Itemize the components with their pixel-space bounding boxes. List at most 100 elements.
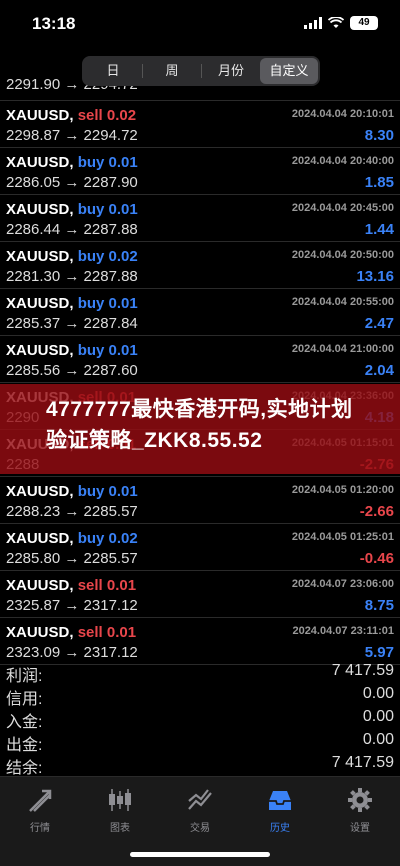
table-row[interactable]: XAUUSD, sell 0.01 2323.09 → 2317.12 2024.0… <box>0 618 400 665</box>
trade-symbol: XAUUSD <box>6 624 70 641</box>
tab-label: 图表 <box>110 823 130 834</box>
table-row[interactable]: XAUUSD, buy 0.01 2286.44 → 2287.88 2024.04… <box>0 195 400 242</box>
tab-quotes[interactable]: 行情 <box>0 787 80 834</box>
trade-date: 2024.04.04 21:00:00 <box>291 343 394 355</box>
banner-text: 4777777最快香港开码,实地计划验证策略_ZKK8.55.52 <box>46 398 353 452</box>
status-time: 13:18 <box>32 14 76 33</box>
chart-icon <box>109 789 131 811</box>
trade-prices: 2325.87 → 2317.12 <box>6 597 138 614</box>
status-icons: 49 <box>304 16 378 30</box>
trade-side: sell 0.01 <box>77 624 137 641</box>
trade-side: buy 0.01 <box>77 342 138 359</box>
trade-symbol: XAUUSD <box>6 342 70 359</box>
wifi-icon <box>328 17 344 28</box>
tab-label: 行情 <box>30 823 50 834</box>
signal-icon <box>304 17 322 29</box>
period-segmented-control: 日 周 月份 自定义 <box>82 56 320 86</box>
trade-prices: 2285.80 → 2285.57 <box>6 550 138 567</box>
trade-symbol-line: XAUUSD, sell 0.02 <box>6 107 137 124</box>
table-row[interactable]: XAUUSD, buy 0.02 2281.30 → 2287.88 2024.04… <box>0 242 400 289</box>
summary-row-withdrawal: 出金: 0.00 <box>0 729 400 754</box>
trade-symbol: XAUUSD <box>6 577 70 594</box>
tab-label: 交易 <box>190 823 210 834</box>
trade-profit: 1.85 <box>364 174 394 191</box>
summary-value: 0.00 <box>362 731 394 748</box>
status-bar: 13:18 49 <box>0 0 400 50</box>
summary-value: 0.00 <box>362 685 394 702</box>
trade-profit: 8.75 <box>364 597 394 614</box>
table-row[interactable]: XAUUSD, sell 0.01 2325.87 → 2317.12 2024.0… <box>0 571 400 618</box>
tab-month[interactable]: 月份 <box>202 58 260 84</box>
tab-week[interactable]: 周 <box>143 58 201 84</box>
summary-label: 结余: <box>6 760 43 777</box>
tab-custom[interactable]: 自定义 <box>260 58 318 84</box>
trade-side: sell 0.02 <box>77 107 137 124</box>
trade-prices: 2285.56 → 2287.60 <box>6 362 138 379</box>
history-icon <box>269 791 291 810</box>
tab-settings[interactable]: 设置 <box>320 787 400 834</box>
trade-side: buy 0.01 <box>77 154 138 171</box>
trade-date: 2024.04.07 23:11:01 <box>292 625 394 637</box>
summary-value: 7 417.59 <box>331 754 394 771</box>
trade-prices: 2298.87 → 2294.72 <box>6 127 138 144</box>
quotes-icon <box>29 789 52 812</box>
trade-profit: 2.04 <box>364 362 394 379</box>
tab-chart[interactable]: 图表 <box>80 787 160 834</box>
tab-history[interactable]: 历史 <box>240 787 320 834</box>
trade-side: buy 0.02 <box>77 248 138 265</box>
trade-date: 2024.04.04 20:40:00 <box>291 155 394 167</box>
trade-symbol-line: XAUUSD, buy 0.02 <box>6 530 138 547</box>
trade-date: 2024.04.04 20:10:01 <box>291 108 394 120</box>
table-row[interactable]: XAUUSD, buy 0.01 2288.23 → 2285.57 2024.04… <box>0 477 400 524</box>
summary-value: 7 417.59 <box>331 662 394 679</box>
trade-symbol: XAUUSD <box>6 201 70 218</box>
summary-row-deposit: 入金: 0.00 <box>0 706 400 731</box>
trade-prices: 2285.37 → 2287.84 <box>6 315 138 332</box>
tab-trade[interactable]: 交易 <box>160 787 240 834</box>
trade-prices: 2286.05 → 2287.90 <box>6 174 138 191</box>
trade-side: buy 0.01 <box>77 201 138 218</box>
trade-profit: 2.47 <box>364 315 394 332</box>
tab-label: 历史 <box>270 823 290 834</box>
trade-profit: 13.16 <box>356 268 394 285</box>
table-row[interactable]: XAUUSD, buy 0.01 2285.56 → 2287.60 2024.04… <box>0 336 400 383</box>
trade-symbol: XAUUSD <box>6 530 70 547</box>
battery-icon: 49 <box>350 16 378 30</box>
trade-profit: -2.66 <box>359 503 394 520</box>
trade-profit: 8.30 <box>364 127 394 144</box>
trade-symbol-line: XAUUSD, buy 0.01 <box>6 295 138 312</box>
table-row[interactable]: XAUUSD, buy 0.01 2286.05 → 2287.90 2024.04… <box>0 148 400 195</box>
table-row[interactable]: XAUUSD, buy 0.01 2285.37 → 2287.84 2024.04… <box>0 289 400 336</box>
overlay-banner: 4777777最快香港开码,实地计划验证策略_ZKK8.55.52 <box>0 384 400 474</box>
table-row[interactable]: XAUUSD, sell 0.02 2298.87 → 2294.72 2024.0… <box>0 101 400 148</box>
tab-label: 设置 <box>350 823 370 834</box>
trade-symbol-line: XAUUSD, buy 0.01 <box>6 483 138 500</box>
trade-icon <box>188 789 212 810</box>
summary-row-balance: 结余: 7 417.59 <box>0 752 400 777</box>
account-summary: 利润: 7 417.59 信用: 0.00 入金: 0.00 出金: 0.00 … <box>0 660 400 777</box>
trade-prices: 2286.44 → 2287.88 <box>6 221 138 238</box>
trade-symbol-line: XAUUSD, buy 0.01 <box>6 154 138 171</box>
trade-profit: 5.97 <box>364 644 394 661</box>
trade-symbol-line: XAUUSD, buy 0.02 <box>6 248 138 265</box>
table-row[interactable]: XAUUSD, buy 0.02 2285.80 → 2285.57 2024.04… <box>0 524 400 571</box>
trade-symbol-line: XAUUSD, buy 0.01 <box>6 342 138 359</box>
trade-side: sell 0.01 <box>77 577 137 594</box>
trade-history-list: 2291.90 → 2294.72 XAUUSD, sell 0.02 2298.… <box>0 78 400 665</box>
trade-date: 2024.04.04 20:55:00 <box>291 296 394 308</box>
trade-symbol: XAUUSD <box>6 154 70 171</box>
trade-symbol: XAUUSD <box>6 107 70 124</box>
trade-symbol-line: XAUUSD, sell 0.01 <box>6 624 137 641</box>
trade-prices: 2323.09 → 2317.12 <box>6 644 138 661</box>
summary-row-profit: 利润: 7 417.59 <box>0 660 400 685</box>
settings-icon <box>348 788 372 812</box>
trade-symbol-line: XAUUSD, buy 0.01 <box>6 201 138 218</box>
trade-symbol-line: XAUUSD, sell 0.01 <box>6 577 137 594</box>
trade-date: 2024.04.05 01:25:01 <box>291 531 394 543</box>
trade-date: 2024.04.07 23:06:00 <box>291 578 394 590</box>
trade-profit: 1.44 <box>364 221 394 238</box>
tab-day[interactable]: 日 <box>84 58 142 84</box>
trade-symbol: XAUUSD <box>6 483 70 500</box>
trade-side: buy 0.02 <box>77 530 138 547</box>
summary-row-credit: 信用: 0.00 <box>0 683 400 708</box>
